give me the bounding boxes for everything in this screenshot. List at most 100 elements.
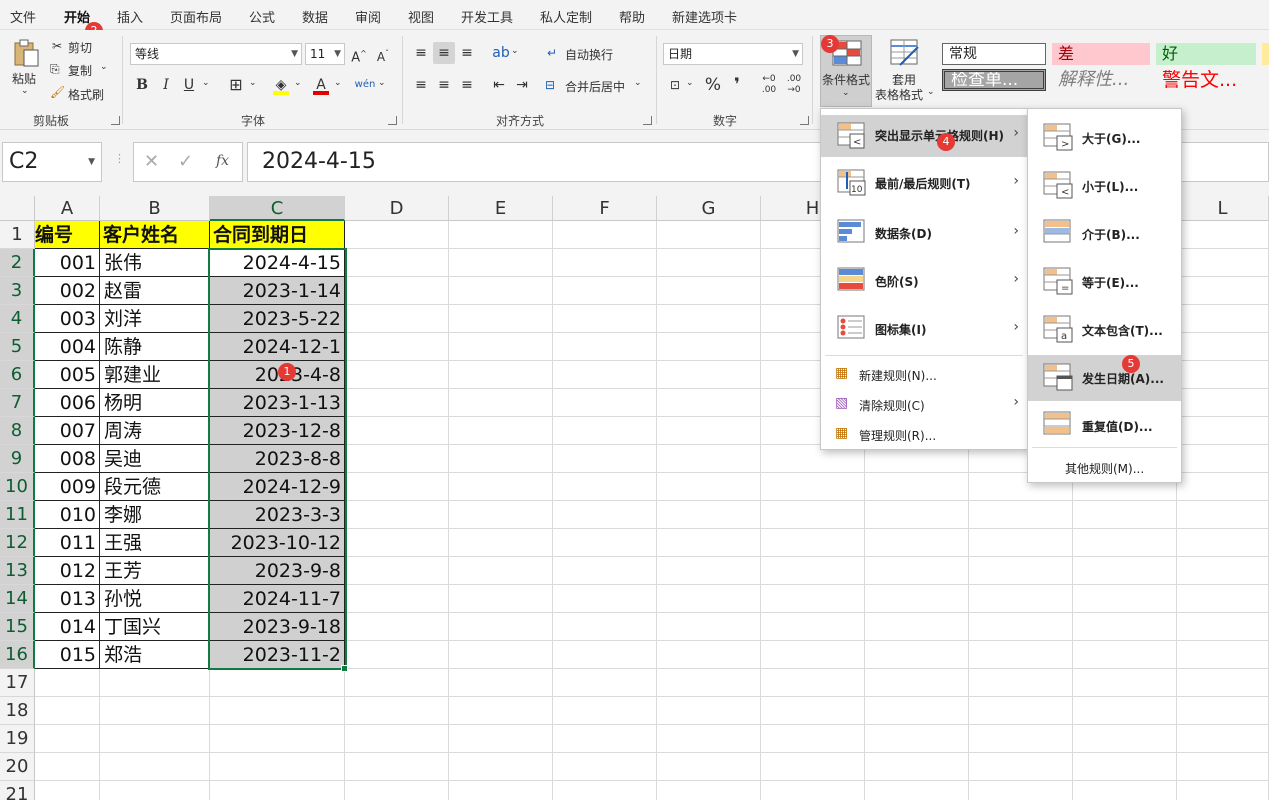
empty-cell[interactable]: [761, 501, 865, 529]
tab-data[interactable]: 数据: [302, 7, 328, 26]
customer-name-cell[interactable]: 郑浩: [100, 641, 210, 669]
empty-cell[interactable]: [1177, 613, 1269, 641]
empty-cell[interactable]: [657, 445, 761, 473]
empty-cell[interactable]: [345, 725, 449, 753]
empty-cell[interactable]: [553, 305, 657, 333]
empty-cell[interactable]: [761, 529, 865, 557]
increase-indent-icon[interactable]: ⇥: [511, 74, 533, 96]
formula-bar-drag-handle[interactable]: ⋮: [114, 152, 125, 165]
empty-cell[interactable]: [553, 501, 657, 529]
empty-cell[interactable]: [865, 725, 969, 753]
tab-page-layout[interactable]: 页面布局: [170, 7, 222, 26]
empty-cell[interactable]: [553, 333, 657, 361]
menu-item-highlight-rules[interactable]: < 突出显示单元格规则(H) ›: [821, 115, 1027, 157]
insert-function-button[interactable]: fx: [216, 153, 229, 169]
column-header-e[interactable]: E: [449, 196, 553, 221]
empty-cell[interactable]: [553, 781, 657, 800]
empty-cell[interactable]: [865, 669, 969, 697]
empty-cell[interactable]: [345, 473, 449, 501]
customer-name-cell[interactable]: 李娜: [100, 501, 210, 529]
empty-cell[interactable]: [210, 781, 345, 800]
orientation-icon[interactable]: ab: [490, 42, 512, 64]
tab-developer[interactable]: 开发工具: [461, 7, 513, 26]
row-header-15[interactable]: 15: [0, 613, 35, 641]
expiry-date-cell[interactable]: 2023-1-14: [210, 277, 345, 305]
empty-cell[interactable]: [969, 613, 1073, 641]
style-check-cell[interactable]: 检查单...: [942, 69, 1046, 91]
menu-item-icon-sets[interactable]: 图标集(I) ›: [821, 307, 1027, 349]
id-cell[interactable]: 005: [35, 361, 100, 389]
orientation-dropdown-icon[interactable]: ⌄: [511, 46, 519, 56]
empty-cell[interactable]: [345, 585, 449, 613]
empty-cell[interactable]: [345, 361, 449, 389]
empty-cell[interactable]: [865, 529, 969, 557]
empty-cell[interactable]: [345, 249, 449, 277]
table-header-cell[interactable]: 编号: [35, 221, 100, 249]
row-header-18[interactable]: 18: [0, 697, 35, 725]
percent-button[interactable]: %: [702, 74, 724, 96]
empty-cell[interactable]: [865, 753, 969, 781]
empty-cell[interactable]: [657, 613, 761, 641]
empty-cell[interactable]: [553, 669, 657, 697]
grow-font-button[interactable]: A^: [348, 43, 370, 65]
empty-cell[interactable]: [1177, 249, 1269, 277]
empty-cell[interactable]: [553, 473, 657, 501]
empty-cell[interactable]: [657, 585, 761, 613]
table-header-cell[interactable]: 合同到期日: [210, 221, 345, 249]
empty-cell[interactable]: [657, 697, 761, 725]
empty-cell[interactable]: [969, 501, 1073, 529]
expiry-date-cell[interactable]: 2023-1-13: [210, 389, 345, 417]
empty-cell[interactable]: [449, 529, 553, 557]
empty-cell[interactable]: [35, 781, 100, 800]
align-center-icon[interactable]: ≡: [433, 74, 455, 96]
increase-decimal-icon[interactable]: ←0.00: [758, 74, 780, 96]
menu-item-top-bottom-rules[interactable]: 10 最前/最后规则(T) ›: [821, 163, 1027, 205]
borders-dropdown-icon[interactable]: ⌄: [249, 78, 257, 88]
menu-item-between[interactable]: 介于(B)...: [1028, 211, 1181, 257]
customer-name-cell[interactable]: 陈静: [100, 333, 210, 361]
expiry-date-cell[interactable]: 2023-9-18: [210, 613, 345, 641]
empty-cell[interactable]: [345, 697, 449, 725]
merge-dropdown-icon[interactable]: ⌄: [634, 78, 642, 88]
empty-cell[interactable]: [1073, 557, 1177, 585]
row-header-3[interactable]: 3: [0, 277, 35, 305]
id-cell[interactable]: 014: [35, 613, 100, 641]
id-cell[interactable]: 006: [35, 389, 100, 417]
table-header-cell[interactable]: 客户姓名: [100, 221, 210, 249]
empty-cell[interactable]: [1177, 557, 1269, 585]
empty-cell[interactable]: [1177, 725, 1269, 753]
id-cell[interactable]: 002: [35, 277, 100, 305]
empty-cell[interactable]: [345, 781, 449, 800]
empty-cell[interactable]: [449, 389, 553, 417]
empty-cell[interactable]: [969, 753, 1073, 781]
empty-cell[interactable]: [449, 417, 553, 445]
empty-cell[interactable]: [969, 641, 1073, 669]
fill-handle[interactable]: [341, 665, 348, 672]
empty-cell[interactable]: [553, 221, 657, 249]
menu-item-color-scales[interactable]: 色阶(S) ›: [821, 259, 1027, 301]
row-header-21[interactable]: 21: [0, 781, 35, 800]
expiry-date-cell[interactable]: 2023-5-22: [210, 305, 345, 333]
empty-cell[interactable]: [657, 781, 761, 800]
menu-item-clear-rules[interactable]: ▧ 清除规则(C) ›: [821, 391, 1027, 417]
empty-cell[interactable]: [865, 641, 969, 669]
column-header-l[interactable]: L: [1177, 196, 1269, 221]
style-normal[interactable]: 常规: [942, 43, 1046, 65]
id-cell[interactable]: 004: [35, 333, 100, 361]
tab-review[interactable]: 审阅: [355, 7, 381, 26]
id-cell[interactable]: 001: [35, 249, 100, 277]
empty-cell[interactable]: [100, 753, 210, 781]
row-header-11[interactable]: 11: [0, 501, 35, 529]
empty-cell[interactable]: [1177, 585, 1269, 613]
tab-custom[interactable]: 私人定制: [540, 7, 592, 26]
expiry-date-cell[interactable]: 2023-12-8: [210, 417, 345, 445]
id-cell[interactable]: 009: [35, 473, 100, 501]
select-all-button[interactable]: [0, 196, 35, 221]
empty-cell[interactable]: [35, 753, 100, 781]
empty-cell[interactable]: [345, 557, 449, 585]
empty-cell[interactable]: [657, 641, 761, 669]
menu-item-date-occurring[interactable]: 发生日期(A)...: [1028, 355, 1181, 401]
empty-cell[interactable]: [449, 221, 553, 249]
decrease-indent-icon[interactable]: ⇤: [488, 74, 510, 96]
cut-button[interactable]: 剪切: [68, 39, 92, 56]
